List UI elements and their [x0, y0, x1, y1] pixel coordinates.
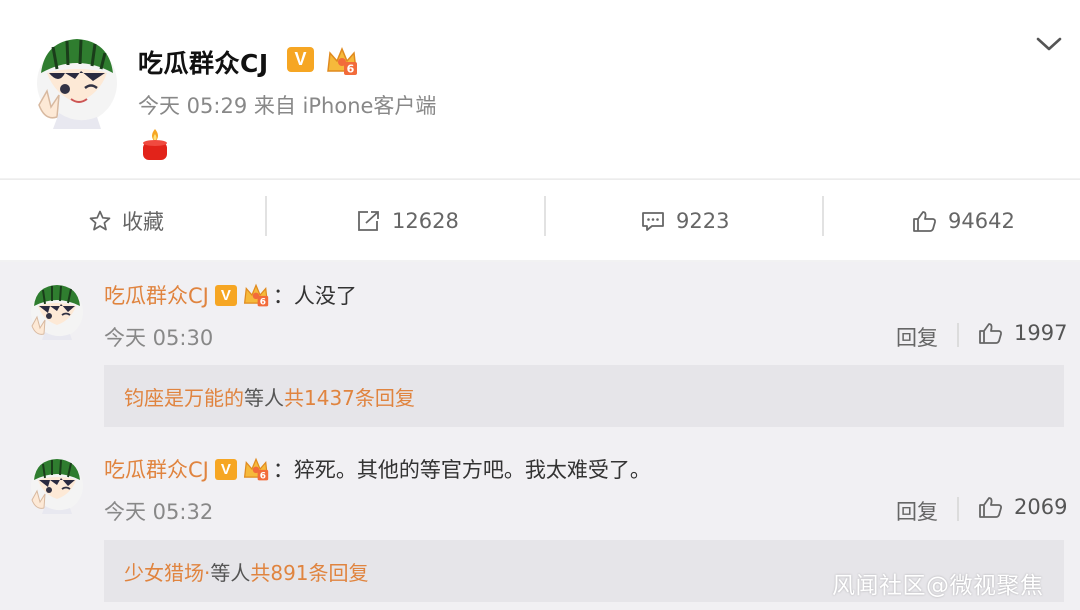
action-divider: [544, 196, 546, 236]
comment-icon: [642, 211, 664, 231]
comment-like-button[interactable]: 1997: [978, 320, 1067, 346]
comment-like-button[interactable]: 2069: [978, 494, 1067, 520]
svg-text:6: 6: [347, 63, 355, 76]
comment-user-name[interactable]: 吃瓜群众CJ: [104, 280, 209, 310]
reply-button[interactable]: 回复: [896, 496, 938, 526]
comment-list: 吃瓜群众CJ V 6 ： 人没了 今天 05:30 回复 1997 钧座是万能的…: [0, 262, 1080, 610]
comment-like-count: 1997: [1014, 321, 1068, 345]
user-avatar[interactable]: [35, 33, 119, 129]
comment-time: 今天 05:30: [104, 326, 214, 350]
thumbs-up-icon: [979, 323, 1002, 344]
comment-text: 猝死。其他的等官方吧。我太难受了。: [293, 458, 651, 482]
verified-badge: V: [214, 284, 237, 306]
comment-text: 人没了: [293, 284, 357, 308]
comment-like-count: 2069: [1014, 495, 1068, 519]
repost-button[interactable]: 12628: [356, 180, 459, 261]
comment-avatar[interactable]: [30, 456, 84, 514]
candle-emoji: [143, 129, 167, 160]
star-icon: [89, 210, 111, 230]
sub-reply-middle-text: 等人: [210, 560, 251, 585]
comment-separator: ：: [272, 458, 294, 482]
verified-badge: V: [214, 458, 237, 480]
svg-text:6: 6: [260, 471, 266, 481]
sub-reply-total[interactable]: 共1437条回复: [284, 382, 415, 411]
favorite-button[interactable]: 收藏: [88, 180, 164, 261]
post-header: 吃瓜群众CJ V 6 今天 05:29 来自 iPhone客户端: [0, 0, 1080, 178]
verified-badge: V: [287, 47, 314, 72]
repost-icon: [358, 210, 379, 231]
sub-reply-user-name[interactable]: 钧座是万能的: [124, 382, 244, 411]
watermark: 风闻社区@微视聚焦: [832, 573, 1044, 599]
action-divider: [265, 196, 267, 236]
comment-count: 9223: [676, 208, 730, 233]
sub-reply-user-name[interactable]: 少女猎场·: [124, 557, 210, 586]
svg-text:6: 6: [260, 297, 266, 307]
comment-button[interactable]: 9223: [640, 180, 729, 261]
comment-content-line: 吃瓜群众CJ V 6 ： 猝死。其他的等官方吧。我太难受了。: [104, 454, 651, 484]
reply-button[interactable]: 回复: [896, 322, 938, 352]
sub-reply-total[interactable]: 共891条回复: [250, 557, 368, 586]
comment-action-divider: [957, 323, 959, 347]
sub-reply-middle-text: 等人: [244, 385, 284, 410]
thumbs-up-icon: [979, 497, 1002, 518]
favorite-label: 收藏: [122, 209, 164, 234]
like-count: 94642: [948, 208, 1015, 233]
like-button[interactable]: 94642: [912, 180, 1015, 261]
comment-avatar[interactable]: [30, 282, 84, 340]
crown-level-icon: 6: [243, 283, 269, 307]
sub-reply-summary[interactable]: 钧座是万能的 等人 共1437条回复: [104, 365, 1064, 427]
post-user-name[interactable]: 吃瓜群众CJ: [138, 44, 269, 80]
comment-action-divider: [957, 497, 959, 521]
comment-content-line: 吃瓜群众CJ V 6 ： 人没了: [104, 280, 357, 310]
comment-time: 今天 05:32: [104, 500, 214, 524]
action-divider: [822, 196, 824, 236]
post-meta: 今天 05:29 来自 iPhone客户端: [138, 94, 437, 118]
repost-count: 12628: [392, 208, 459, 233]
crown-level-icon: 6: [327, 47, 357, 76]
comment-user-name[interactable]: 吃瓜群众CJ: [104, 454, 209, 484]
crown-level-icon: 6: [243, 457, 269, 481]
post-action-bar: 收藏 12628 9223 94642: [0, 179, 1080, 260]
chevron-down-icon[interactable]: [1034, 33, 1064, 55]
thumbs-up-icon: [913, 210, 936, 232]
comment-separator: ：: [272, 284, 294, 308]
